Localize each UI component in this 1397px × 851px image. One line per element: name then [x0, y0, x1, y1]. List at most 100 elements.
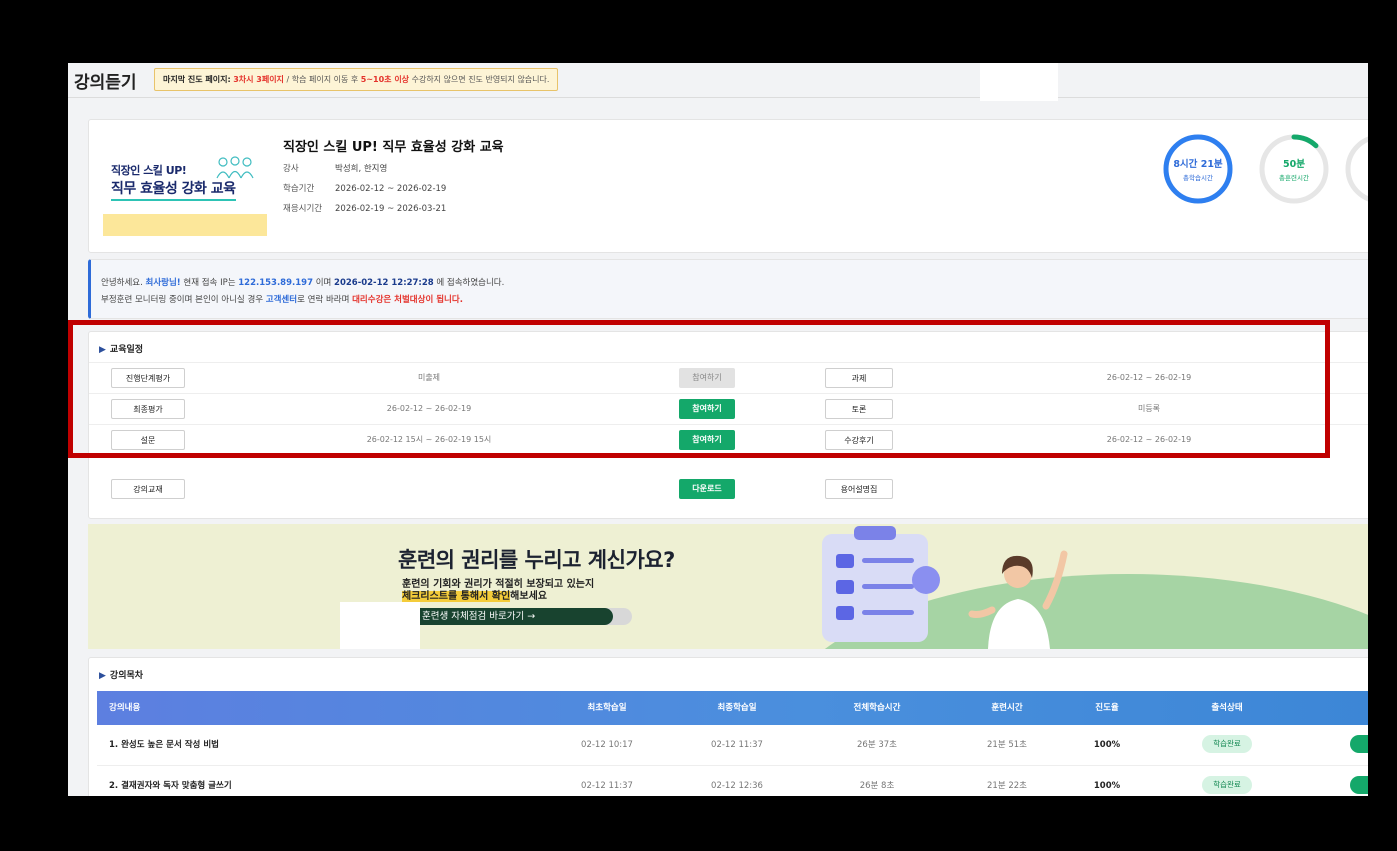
- access-datetime: 2026-02-12 12:27:28: [334, 278, 434, 288]
- assignment-period: 26-02-12 ~ 26-02-19: [1106, 373, 1192, 382]
- access-info-panel: 안녕하세요. 최사랑님! 현재 접속 IP는 122.153.89.197 이며…: [88, 259, 1368, 319]
- total-study-time-label: 총학습시간: [1183, 174, 1213, 182]
- greeting-text: 안녕하세요.: [101, 278, 143, 288]
- col-progress: 진도율: [1095, 703, 1119, 713]
- schedule-row: 진행단계평가 미출제 참여하기 과제 26-02-12 ~ 26-02-19: [89, 362, 1368, 394]
- banner-subtext-2: 체크리스트를 통해서 확인해보세요: [402, 587, 547, 602]
- period-label: 학습기간: [283, 184, 315, 194]
- survey-button[interactable]: 설문: [111, 430, 185, 450]
- textbook-download-button[interactable]: 다운로드: [679, 479, 735, 499]
- course-review-button[interactable]: 수강후기: [825, 430, 893, 450]
- notice-prefix: 마지막 진도 페이지:: [163, 75, 231, 84]
- progress-evaluation-button[interactable]: 진행단계평가: [111, 368, 185, 388]
- contact-text: 로 연락 바라며: [297, 295, 350, 305]
- access-info-line1: 안녕하세요. 최사랑님! 현재 접속 IP는 122.153.89.197 이며…: [101, 276, 504, 288]
- col-training-time: 훈련시간: [991, 703, 1023, 713]
- banner-headline: 훈련의 권리를 누리고 계신가요?: [398, 548, 675, 572]
- total-study-time-gauge: 8시간 21분 총학습시간: [1163, 134, 1233, 204]
- discussion-status: 미등록: [1137, 404, 1161, 413]
- col-total-time: 전체학습시간: [853, 703, 901, 713]
- people-illustration-icon: [216, 156, 254, 179]
- notice-last-page: 3차시 3페이지: [233, 75, 284, 84]
- table-row[interactable]: 1. 완성도 높은 문서 작성 비법 02-12 10:17 02-12 11:…: [97, 725, 1368, 766]
- browser-viewport: 강의듣기 마지막 진도 페이지: 3차시 3페이지 / 학습 페이지 이동 후 …: [68, 63, 1368, 796]
- user-name: 최사랑님!: [145, 278, 181, 288]
- access-info-line2: 부정훈련 모니터링 중이며 본인이 아니실 경우 고객센터로 연락 바라며 대리…: [101, 293, 463, 305]
- period-value: 2026-02-12 ~ 2026-02-19: [335, 184, 447, 194]
- progress-notice: 마지막 진도 페이지: 3차시 3페이지 / 학습 페이지 이동 후 5~10초…: [154, 68, 559, 91]
- discussion-button[interactable]: 토론: [825, 399, 893, 419]
- proxy-warning-text: 대리수강은 처벌대상이 됩니다.: [352, 295, 463, 305]
- total-study-time-value: 8시간 21분: [1173, 159, 1223, 170]
- schedule-title-text: 교육일정: [109, 345, 144, 355]
- training-time: 21분 22초: [987, 781, 1027, 791]
- total-training-time-value: 50분: [1283, 159, 1305, 170]
- monitoring-text: 부정훈련 모니터링 중이며 본인이 아니실 경우: [101, 295, 264, 305]
- redaction-patch: [980, 63, 1058, 101]
- course-contents-section: ▶ 강의목차 강의내용 최초학습일 최종학습일 전체학습시간 훈련시간 진도율 출…: [88, 657, 1368, 796]
- section-triangle-icon: ▶: [99, 671, 106, 681]
- self-check-cta-button[interactable]: 훈련생 자체점검 바로가기 →: [408, 608, 613, 625]
- progress-rate: 100%: [1093, 740, 1121, 750]
- instructor-label: 강사: [283, 164, 299, 174]
- attendance-status-badge: 학습완료: [1202, 776, 1252, 794]
- thumbnail-line1: 직장인 스킬 UP!: [111, 164, 187, 177]
- notice-suffix: 수강하지 않으면 진도 반영되지 않습니다.: [411, 75, 550, 84]
- survey-join-button[interactable]: 참여하기: [679, 430, 735, 450]
- third-gauge-partial: [1345, 134, 1368, 204]
- section-triangle-icon: ▶: [99, 345, 106, 355]
- assignment-button[interactable]: 과제: [825, 368, 893, 388]
- person-illustration-icon: [968, 550, 1068, 649]
- notice-middle: / 학습 페이지 이동 후: [286, 75, 359, 84]
- survey-period: 26-02-12 15시 ~ 26-02-19 15시: [366, 435, 492, 444]
- checklist-clipboard-icon: [822, 526, 940, 642]
- toc-title-text: 강의목차: [109, 671, 144, 681]
- redaction-patch: [340, 602, 420, 649]
- training-time: 21분 51초: [987, 740, 1027, 750]
- first-study-date: 02-12 11:37: [581, 781, 633, 791]
- col-content: 강의내용: [109, 703, 141, 713]
- row-action-button[interactable]: [1350, 735, 1368, 753]
- progress-rate: 100%: [1093, 781, 1121, 791]
- final-evaluation-button[interactable]: 최종평가: [111, 399, 185, 419]
- training-rights-banner[interactable]: 훈련의 권리를 누리고 계신가요? 훈련의 기회와 권리가 적절히 보장되고 있…: [88, 524, 1368, 649]
- page-header: 강의듣기 마지막 진도 페이지: 3차시 3페이지 / 학습 페이지 이동 후 …: [68, 63, 1368, 98]
- progress-evaluation-status: 미출제: [417, 373, 441, 382]
- connector-text: 이며: [315, 278, 332, 288]
- glossary-button[interactable]: 용어설명집: [825, 479, 893, 499]
- col-attendance: 출석상태: [1211, 703, 1243, 713]
- review-period-label: 재응시기간: [283, 204, 323, 214]
- course-summary-card: 직장인 스킬 UP! 직무 효율성 강화 교육 직장인 스킬 UP! 직무 효율…: [88, 119, 1368, 253]
- lesson-title: 1. 완성도 높은 문서 작성 비법: [109, 740, 219, 750]
- course-title: 직장인 스킬 UP! 직무 효율성 강화 교육: [283, 140, 504, 155]
- first-study-date: 02-12 10:17: [581, 740, 633, 750]
- access-tail-text: 에 접속하였습니다.: [436, 278, 505, 288]
- instructor-value: 박성희, 한지영: [335, 164, 388, 174]
- lesson-title: 2. 결재권자와 독자 맞춤형 글쓰기: [109, 781, 232, 791]
- review-period-value: 2026-02-19 ~ 2026-03-21: [335, 204, 447, 214]
- final-evaluation-join-button[interactable]: 참여하기: [679, 399, 735, 419]
- progress-evaluation-join-button[interactable]: 참여하기: [679, 368, 735, 388]
- col-last-date: 최종학습일: [717, 703, 757, 713]
- last-study-date: 02-12 11:37: [711, 740, 763, 750]
- banner-highlight-text: 체크리스트를 통해서 확인: [402, 591, 511, 602]
- review-period-row: 재응시기간 2026-02-19 ~ 2026-03-21: [283, 202, 446, 214]
- ip-label: 현재 접속 IP는: [183, 278, 236, 288]
- attendance-status-badge: 학습완료: [1202, 735, 1252, 753]
- schedule-row: 강의교재 다운로드 용어설명집: [89, 474, 1368, 505]
- education-schedule-section: ▶ 교육일정 진행단계평가 미출제 참여하기 과제 26-02-12 ~ 26-0…: [88, 331, 1368, 519]
- banner-subtext-tail: 해보세요: [510, 591, 547, 602]
- row-action-button[interactable]: [1350, 776, 1368, 794]
- customer-center-link[interactable]: 고객센터: [266, 295, 297, 305]
- page-title: 강의듣기: [74, 73, 137, 93]
- last-study-date: 02-12 12:36: [711, 781, 763, 791]
- table-row[interactable]: 2. 결재권자와 독자 맞춤형 글쓰기 02-12 11:37 02-12 12…: [97, 766, 1368, 796]
- toc-table-header: 강의내용 최초학습일 최종학습일 전체학습시간 훈련시간 진도율 출석상태: [97, 691, 1368, 725]
- ip-address: 122.153.89.197: [238, 278, 313, 288]
- textbook-button[interactable]: 강의교재: [111, 479, 185, 499]
- final-evaluation-period: 26-02-12 ~ 26-02-19: [386, 404, 472, 413]
- device-frame: 강의듣기 마지막 진도 페이지: 3차시 3페이지 / 학습 페이지 이동 후 …: [8, 4, 1391, 849]
- schedule-section-title: ▶ 교육일정: [99, 342, 143, 355]
- total-training-time-gauge: 50분 총훈련시간: [1259, 134, 1329, 204]
- total-study-time: 26분 8초: [859, 781, 895, 791]
